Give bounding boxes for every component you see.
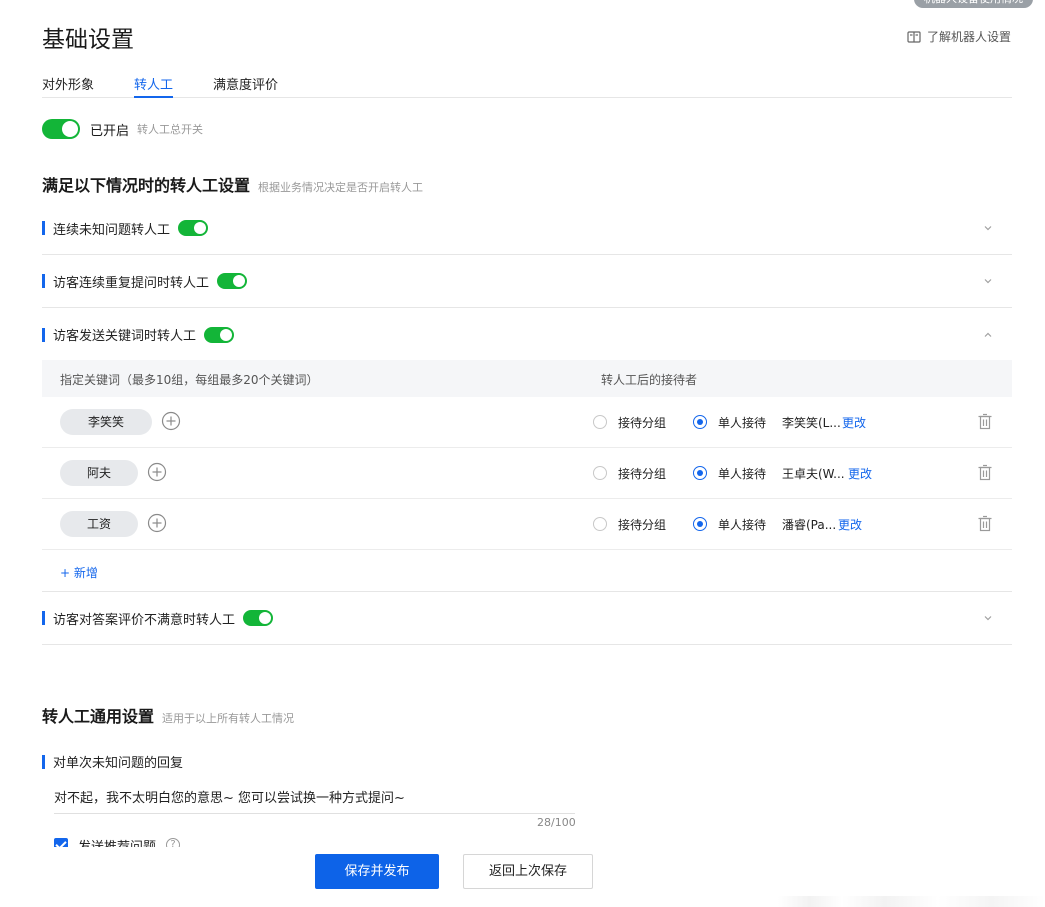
trash-icon[interactable] <box>977 413 993 430</box>
keyword-row: 阿夫 接待分组 单人接待 王卓夫(W... 更改 <box>42 448 1012 499</box>
assigned-agent: 王卓夫(W... <box>782 467 845 481</box>
master-switch-hint: 转人工总开关 <box>137 123 204 136</box>
radio-single-reception[interactable] <box>693 415 707 429</box>
tab-appearance[interactable]: 对外形象 <box>42 66 94 97</box>
rule-toggle[interactable] <box>243 610 274 626</box>
radio-group-reception[interactable] <box>593 517 607 531</box>
char-counter: 28/100 <box>537 816 576 829</box>
general-title: 转人工通用设置 <box>42 707 155 726</box>
tab-bar: 对外形象 转人工 满意度评价 <box>42 66 1012 98</box>
radio-single-reception[interactable] <box>693 517 707 531</box>
add-keyword-row: + 新增 <box>42 550 1012 592</box>
unknown-reply-heading: 对单次未知问题的回复 <box>42 752 183 771</box>
trash-icon[interactable] <box>977 515 993 532</box>
radio-group-reception[interactable] <box>593 466 607 480</box>
column-keywords: 指定关键词（最多10组，每组最多20个关键词） <box>60 373 319 387</box>
add-circle-icon[interactable] <box>161 411 181 431</box>
trash-icon[interactable] <box>977 464 993 481</box>
keyword-row: 工资 接待分组 单人接待 潘睿(Pa... 更改 <box>42 499 1012 550</box>
radio-group-label: 接待分组 <box>618 518 667 532</box>
keyword-table-header: 指定关键词（最多10组，每组最多20个关键词） 转人工后的接待者 <box>42 360 1012 397</box>
rule-unsatisfied-rating[interactable]: 访客对答案评价不满意时转人工 <box>42 592 1012 645</box>
chevron-up-icon[interactable] <box>982 329 994 341</box>
rule-toggle[interactable] <box>204 326 235 343</box>
rule-toggle[interactable] <box>217 273 248 289</box>
rule-label: 访客连续重复提问时转人工 <box>53 275 210 291</box>
conditions-subtitle: 根据业务情况决定是否开启转人工 <box>258 181 424 194</box>
tab-satisfaction[interactable]: 满意度评价 <box>213 66 278 97</box>
book-icon <box>907 30 921 43</box>
section-marker <box>42 754 45 769</box>
save-publish-button[interactable]: 保存并发布 <box>315 854 439 889</box>
keyword-chip[interactable]: 阿夫 <box>60 460 138 486</box>
help-link-label: 了解机器人设置 <box>926 30 1011 44</box>
rule-label: 访客对答案评价不满意时转人工 <box>53 612 236 628</box>
column-receiver: 转人工后的接待者 <box>601 373 698 387</box>
radio-group-reception[interactable] <box>593 415 607 429</box>
general-section-title: 转人工通用设置 适用于以上所有转人工情况 <box>42 703 294 727</box>
watermark-strip <box>778 896 1045 907</box>
section-marker <box>42 611 45 625</box>
conditions-title: 满足以下情况时的转人工设置 <box>42 176 251 195</box>
help-link[interactable]: 了解机器人设置 <box>907 28 1011 45</box>
add-circle-icon[interactable] <box>147 462 167 482</box>
rule-label: 访客发送关键词时转人工 <box>53 329 197 344</box>
unknown-reply-input[interactable]: 对不起，我不太明白您的意思~ 您可以尝试换一种方式提问~ <box>54 787 405 806</box>
radio-group-label: 接待分组 <box>618 467 667 481</box>
send-recommend-label: 发送推荐问题 <box>78 836 156 847</box>
revert-last-save-button[interactable]: 返回上次保存 <box>463 854 593 889</box>
keyword-chip[interactable]: 工资 <box>60 511 138 537</box>
master-toggle[interactable] <box>42 119 80 139</box>
conditions-section-title: 满足以下情况时的转人工设置 根据业务情况决定是否开启转人工 <box>42 172 423 196</box>
change-agent-link[interactable]: 更改 <box>848 465 872 482</box>
master-switch: 已开启 转人工总开关 <box>42 119 203 139</box>
assigned-agent: 潘睿(Pa... <box>782 518 837 532</box>
radio-single-label: 单人接待 <box>718 467 767 481</box>
help-question-icon[interactable]: ? <box>166 838 181 847</box>
rule-label: 连续未知问题转人工 <box>53 222 171 238</box>
radio-single-label: 单人接待 <box>718 518 767 532</box>
assigned-agent: 李笑笑(L... <box>782 416 841 430</box>
tab-transfer-human[interactable]: 转人工 <box>134 66 174 98</box>
radio-single-label: 单人接待 <box>718 416 767 430</box>
input-underline <box>54 813 575 814</box>
rule-keyword[interactable]: 访客发送关键词时转人工 <box>42 308 1012 361</box>
chevron-down-icon[interactable] <box>982 222 994 234</box>
radio-single-reception[interactable] <box>693 466 707 480</box>
master-switch-label: 已开启 <box>90 123 130 139</box>
change-agent-link[interactable]: 更改 <box>842 414 866 431</box>
change-agent-link[interactable]: 更改 <box>838 516 862 533</box>
usage-badge[interactable]: 机器人设备使用情况 <box>914 0 1033 8</box>
rule-repeat-question[interactable]: 访客连续重复提问时转人工 <box>42 255 1012 308</box>
radio-group-label: 接待分组 <box>618 416 667 430</box>
keyword-row: 李笑笑 接待分组 单人接待 李笑笑(L... 更改 <box>42 397 1012 448</box>
rule-toggle[interactable] <box>178 220 209 236</box>
unknown-reply-heading-label: 对单次未知问题的回复 <box>53 756 184 771</box>
section-marker <box>42 221 45 235</box>
add-circle-icon[interactable] <box>147 513 167 533</box>
chevron-down-icon[interactable] <box>982 612 994 624</box>
section-marker <box>42 274 45 288</box>
section-marker <box>42 327 45 342</box>
chevron-down-icon[interactable] <box>982 275 994 287</box>
send-recommend-checkbox[interactable] <box>54 838 68 847</box>
rule-unknown-question[interactable]: 连续未知问题转人工 <box>42 202 1012 255</box>
add-keyword-button[interactable]: + 新增 <box>60 564 98 581</box>
send-recommend-row: 发送推荐问题 ? <box>54 836 181 847</box>
page-title: 基础设置 <box>42 27 134 53</box>
general-subtitle: 适用于以上所有转人工情况 <box>162 712 295 725</box>
keyword-chip[interactable]: 李笑笑 <box>60 409 152 435</box>
